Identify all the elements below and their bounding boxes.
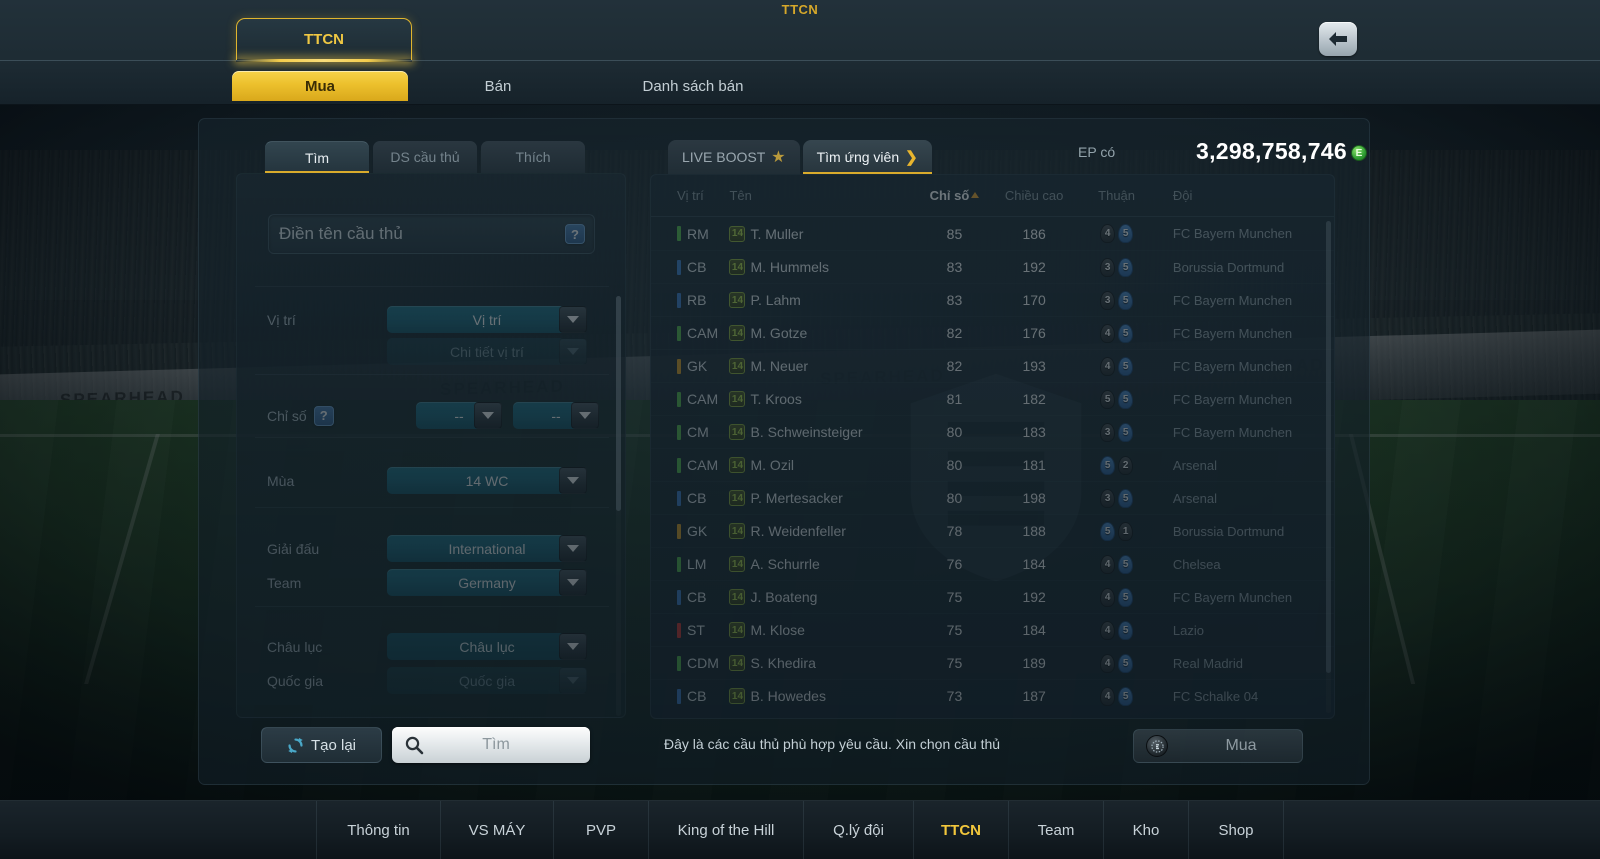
ep-coin-glyph	[1150, 739, 1164, 753]
nav-item-pvp[interactable]: PVP	[554, 800, 649, 859]
module-tab-ttcn[interactable]: TTCN	[236, 18, 412, 60]
back-arrow-icon	[1329, 32, 1347, 46]
market-tab-3[interactable]: Danh sách bán	[588, 71, 798, 101]
search-tab-label: DS cầu thủ	[390, 149, 460, 165]
search-tab-3[interactable]: Thích	[481, 141, 585, 173]
nav-item-vs-m-y[interactable]: VS MÁY	[441, 800, 554, 859]
nav-item-label: King of the Hill	[677, 821, 775, 839]
nav-item-q-l-i[interactable]: Q.lý đội	[804, 800, 914, 859]
market-tab-label: Bán	[484, 77, 512, 95]
ep-label: EP có	[1078, 144, 1116, 160]
nav-item-ttcn[interactable]: TTCN	[914, 800, 1009, 859]
results-tab-2[interactable]: Tìm ứng viên ❯	[802, 140, 932, 174]
module-tab-glow	[236, 59, 412, 62]
search-tab-1[interactable]: Tìm	[265, 141, 369, 173]
window-title: TTCN	[781, 2, 819, 17]
nav-item-label: Team	[1037, 821, 1075, 839]
nav-item-label: TTCN	[941, 821, 981, 839]
reset-button-label: Tạo lại	[310, 736, 357, 754]
selection-hint: Đây là các cầu thủ phù hợp yêu cầu. Xin …	[664, 736, 1001, 752]
market-tab-1[interactable]: Mua	[232, 71, 408, 101]
search-icon	[405, 736, 424, 755]
ep-coin-icon	[1146, 735, 1168, 757]
buy-button[interactable]: Mua	[1133, 729, 1303, 763]
chevron-right-icon: ❯	[905, 149, 918, 166]
top-bar: TTCN TTCN Mua Bán Danh sách bán	[0, 0, 1600, 105]
results-tab-label: LIVE BOOST	[682, 149, 766, 165]
nav-item-label: Kho	[1132, 821, 1160, 839]
refresh-icon	[288, 737, 303, 753]
market-panel	[198, 118, 1370, 785]
results-tab-label: Tìm ứng viên	[816, 149, 900, 165]
nav-item-label: VS MÁY	[468, 821, 526, 839]
results-tab-1[interactable]: LIVE BOOST ★	[668, 140, 800, 174]
results-panel-tabs: LIVE BOOST ★ Tìm ứng viên ❯	[668, 140, 932, 174]
bottom-nav: Thông tin VS MÁY PVP King of the Hill Q.lý đ…	[0, 800, 1600, 859]
nav-item-label: PVP	[585, 821, 616, 839]
module-tab-label: TTCN	[304, 31, 344, 48]
nav-item-label: Q.lý đội	[833, 821, 884, 839]
find-button-label: Tìm	[482, 736, 510, 753]
ep-coin-icon: E	[1351, 145, 1367, 161]
market-tabs: Mua Bán Danh sách bán	[232, 71, 798, 101]
nav-item-shop[interactable]: Shop	[1189, 800, 1284, 859]
ep-coin-glyph: E	[1355, 147, 1363, 159]
buy-button-label: Mua	[1225, 737, 1257, 754]
nav-item-th-ng-tin[interactable]: Thông tin	[316, 800, 441, 859]
search-tab-label: Tìm	[304, 149, 330, 166]
nav-item-kho[interactable]: Kho	[1104, 800, 1189, 859]
search-panel-tabs: Tìm DS cầu thủ Thích	[265, 141, 585, 173]
game-screen: SPEARHEADSPEARHEADSPEARHEADSPEARHEAD TTC…	[0, 0, 1600, 859]
nav-item-label: Thông tin	[347, 821, 410, 839]
nav-item-label: Shop	[1218, 821, 1254, 839]
search-tab-2[interactable]: DS cầu thủ	[373, 141, 477, 173]
nav-item-team[interactable]: Team	[1009, 800, 1104, 859]
search-tab-label: Thích	[515, 149, 551, 165]
reset-button[interactable]: Tạo lại	[261, 727, 382, 763]
find-button[interactable]: Tìm	[392, 727, 590, 763]
buy-button-icon-slot	[1134, 730, 1180, 762]
nav-item-king-of-the-hill[interactable]: King of the Hill	[649, 800, 804, 859]
market-tab-label: Danh sách bán	[642, 77, 744, 95]
market-tab-2[interactable]: Bán	[408, 71, 588, 101]
back-button[interactable]	[1319, 22, 1357, 56]
star-icon: ★	[771, 149, 786, 166]
ep-value: 3,298,758,746	[1196, 138, 1347, 164]
market-tab-label: Mua	[305, 77, 335, 95]
